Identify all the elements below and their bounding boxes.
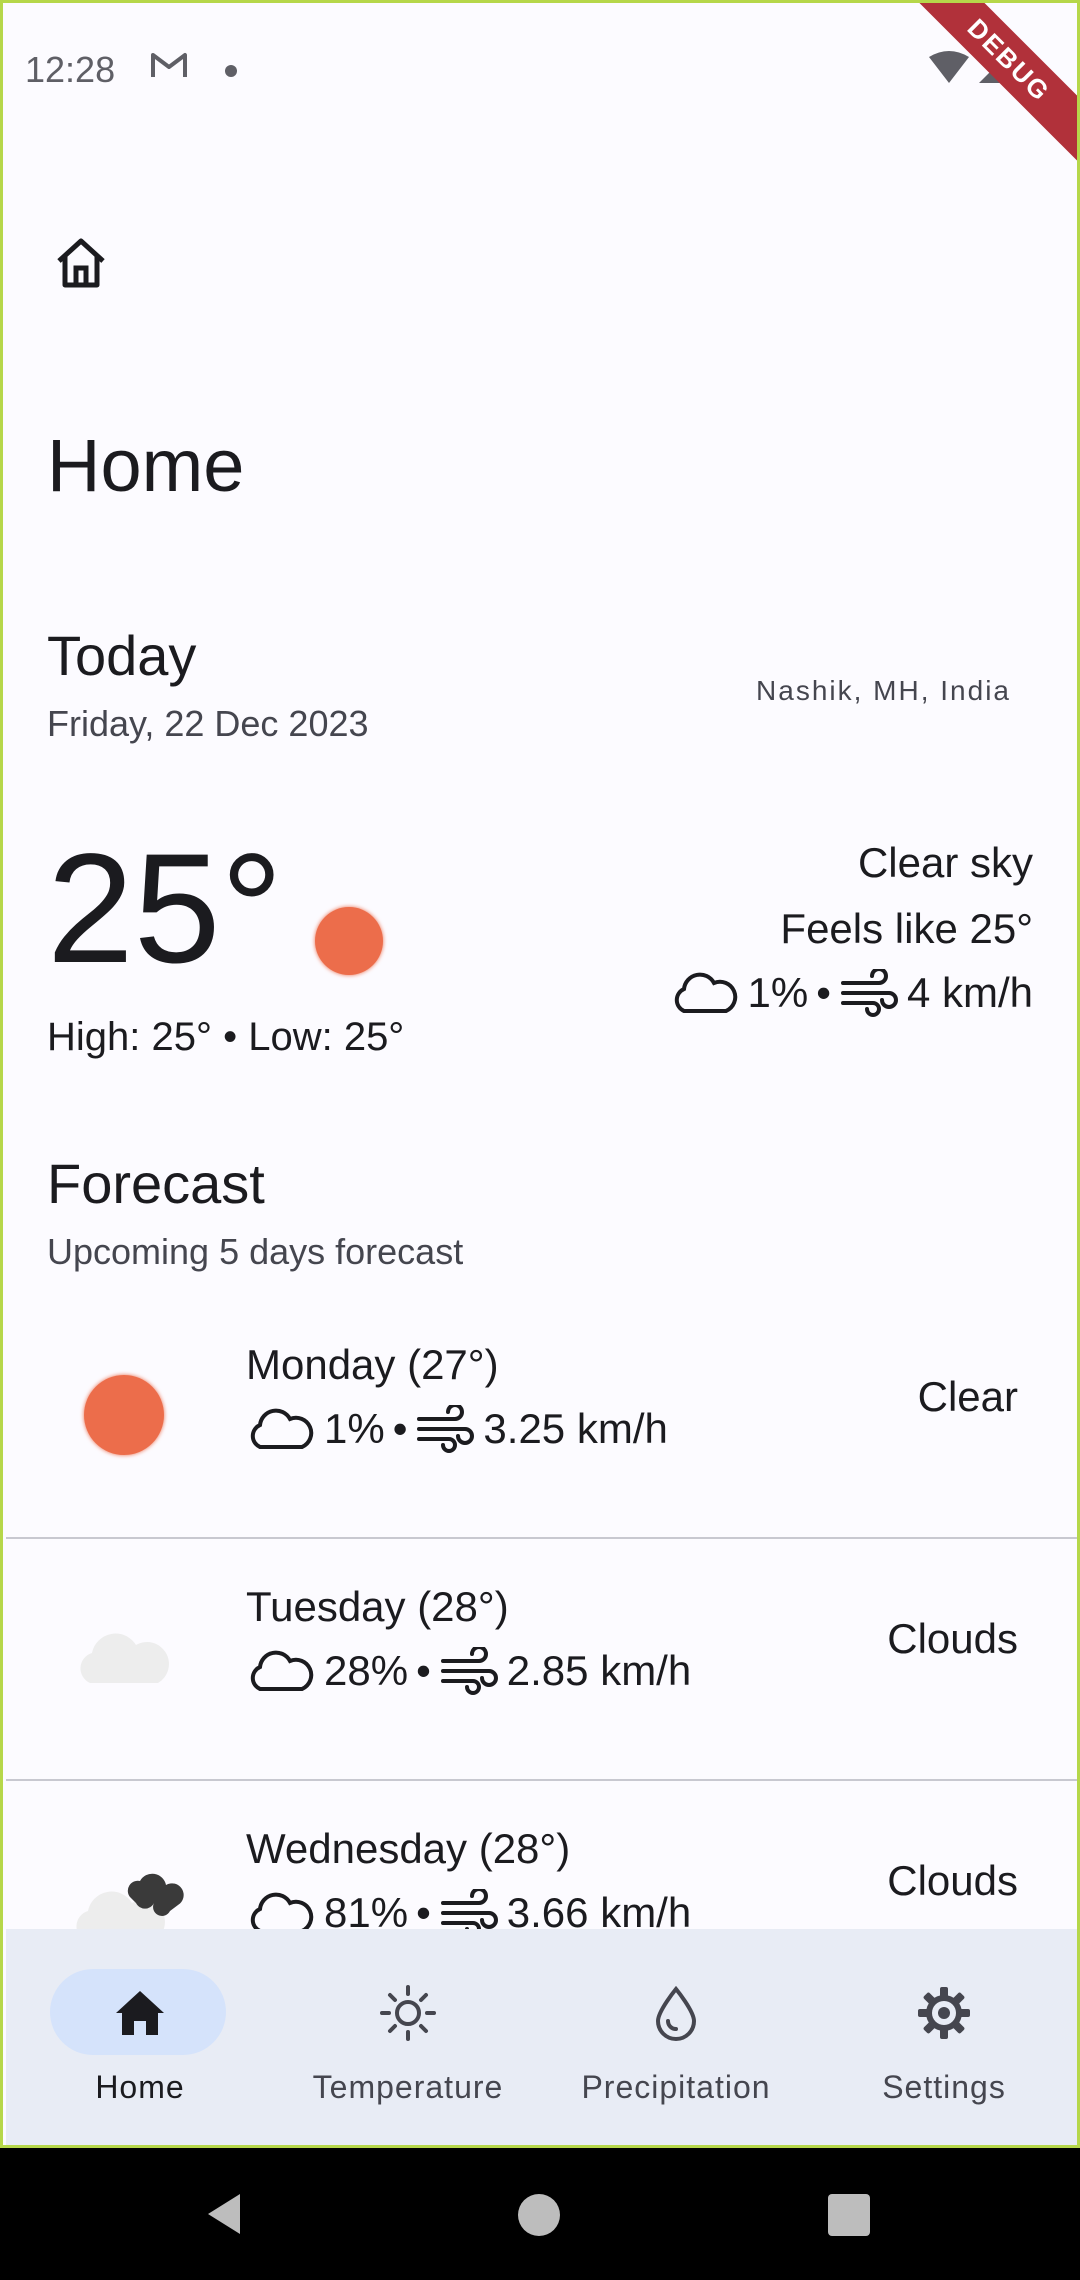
forecast-metrics: 28% • 2.85 km/h: [246, 1647, 691, 1695]
drop-icon: [655, 1985, 697, 2041]
cloud-outline-icon: [250, 1650, 314, 1691]
home-system-icon[interactable]: [518, 2194, 560, 2236]
today-title: Today: [47, 624, 197, 687]
feels-like-label: Feels like 25°: [780, 905, 1033, 952]
bottom-navigation: Home Temperature Precipitation Settings: [6, 1929, 1077, 2145]
recents-icon[interactable]: [828, 2194, 870, 2236]
forecast-row-tuesday[interactable]: Tuesday (28°) 28% • 2.85 km/h Clouds: [6, 1539, 1077, 1781]
nav-label: Settings: [882, 2069, 1006, 2105]
forecast-status: Clear: [917, 1373, 1018, 1420]
forecast-title: Forecast: [47, 1152, 265, 1215]
page-title: Home: [47, 424, 245, 507]
cloud-icon: [80, 1633, 169, 1683]
nav-label: Temperature: [312, 2069, 504, 2105]
current-temperature: 25°: [47, 822, 283, 996]
back-icon[interactable]: [200, 2190, 248, 2238]
status-time: 12:28: [25, 49, 116, 90]
sun-icon: [315, 907, 383, 975]
cloud-outline-icon: [674, 972, 737, 1013]
forecast-subtitle: Upcoming 5 days forecast: [47, 1231, 464, 1272]
today-date: Friday, 22 Dec 2023: [47, 703, 369, 744]
separator-dot: •: [816, 969, 831, 1016]
forecast-day: Monday (27°): [246, 1341, 499, 1388]
nav-label: Precipitation: [581, 2069, 771, 2105]
forecast-day: Wednesday (28°): [246, 1825, 571, 1872]
today-wind-speed: 4 km/h: [906, 969, 1033, 1016]
gmail-icon: [151, 53, 187, 77]
app-screen: 12:28 DEBUG Home Today Friday, 22 Dec 20…: [0, 0, 1080, 2148]
sun-outline-icon: [380, 1985, 436, 2041]
nav-item-temperature[interactable]: Temperature: [274, 1929, 542, 2145]
location-label: Nashik, MH, India: [756, 675, 1011, 706]
home-outline-icon[interactable]: [51, 233, 111, 293]
separator-dot: •: [392, 1405, 408, 1452]
notification-dot: [225, 65, 237, 77]
today-metrics: 1% • 4 km/h: [670, 969, 1033, 1017]
forecast-status: Clouds: [887, 1857, 1018, 1904]
high-low: High: 25° • Low: 25°: [47, 1015, 405, 1059]
cloud-outline-icon: [250, 1408, 314, 1449]
forecast-row-monday[interactable]: Monday (27°) 1% • 3.25 km/h Clear: [6, 1297, 1077, 1539]
system-navigation-bar: [0, 2148, 1080, 2280]
forecast-status: Clouds: [887, 1615, 1018, 1662]
condition-label: Clear sky: [857, 839, 1033, 886]
separator-dot: •: [416, 1647, 431, 1694]
forecast-cloud-percent: 28%: [324, 1647, 409, 1694]
forecast-day: Tuesday (28°): [246, 1583, 509, 1630]
nav-item-home[interactable]: Home: [6, 1929, 274, 2145]
wind-icon: [417, 1405, 475, 1453]
nav-label: Home: [95, 2069, 185, 2105]
forecast-wind-speed: 2.85 km/h: [506, 1647, 692, 1694]
forecast-cloud-percent: 1%: [324, 1405, 385, 1452]
wind-icon: [440, 1647, 498, 1695]
gear-icon: [918, 1987, 970, 2039]
nav-item-precipitation[interactable]: Precipitation: [542, 1929, 810, 2145]
today-cloud-percent: 1%: [747, 969, 809, 1016]
sun-icon: [84, 1375, 164, 1455]
status-bar: 12:28 DEBUG: [3, 3, 1077, 169]
home-icon: [116, 1991, 164, 2035]
forecast-metrics: 1% • 3.25 km/h: [246, 1405, 668, 1453]
wind-icon: [840, 969, 898, 1017]
nav-item-settings[interactable]: Settings: [810, 1929, 1077, 2145]
forecast-wind-speed: 3.25 km/h: [483, 1405, 668, 1452]
